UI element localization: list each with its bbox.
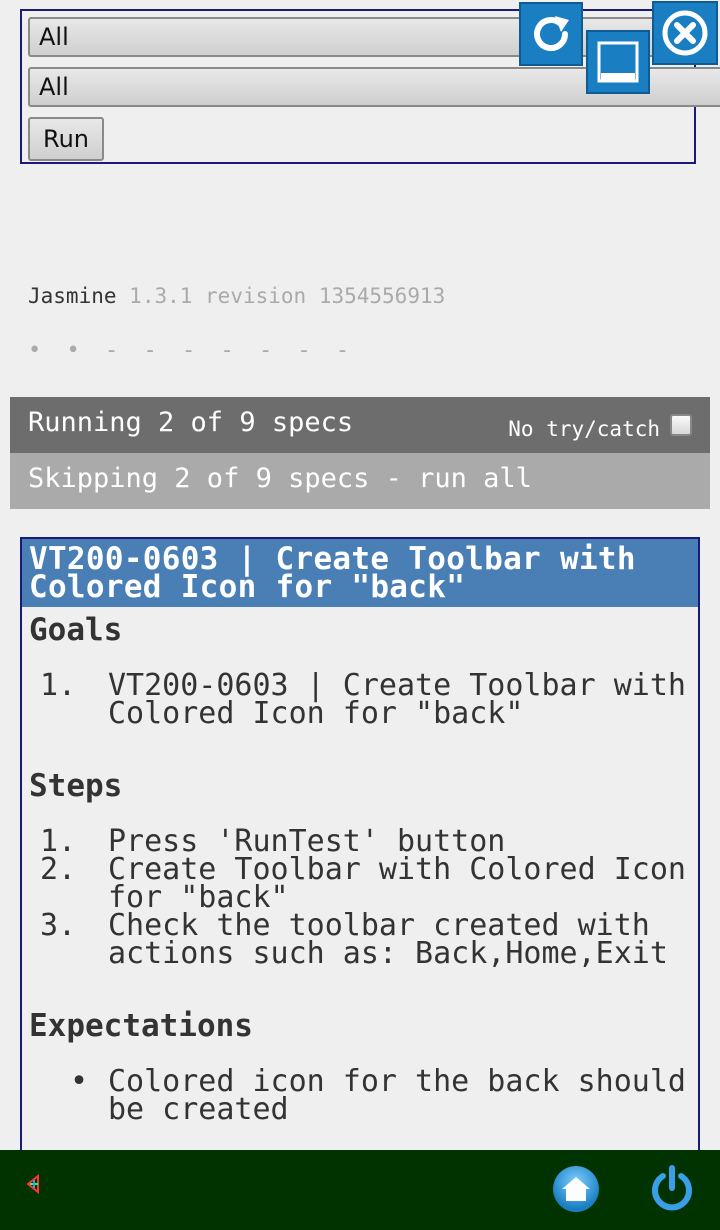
- colorful-arrow-icon: [26, 1174, 39, 1194]
- expectation-text: Colored icon for the back should be crea…: [108, 1064, 686, 1127]
- steps-title: Steps: [29, 768, 123, 804]
- list-number: 2.: [40, 852, 77, 887]
- list-item: 2. Create Toolbar with Colored Icon for …: [22, 852, 698, 913]
- step-text: Create Toolbar with Colored Icon for "ba…: [108, 852, 686, 915]
- steps-list: 1. Press 'RunTest' button 2. Create Tool…: [22, 827, 698, 969]
- skipping-status[interactable]: Skipping 2 of 9 specs - run all: [28, 463, 532, 494]
- spec-title: VT200-0603 | Create Toolbar with Colored…: [22, 539, 698, 607]
- reload-button[interactable]: [519, 2, 583, 66]
- bullet-icon: •: [70, 1064, 89, 1099]
- power-icon: [652, 1165, 692, 1211]
- home-icon: [562, 1177, 590, 1201]
- goals-title: Goals: [29, 612, 123, 648]
- running-status: Running 2 of 9 specs: [28, 407, 354, 438]
- goal-text: VT200-0603 | Create Toolbar with Colored…: [108, 668, 686, 731]
- power-button[interactable]: [648, 1164, 696, 1212]
- bottom-nav-bar: [0, 1150, 720, 1230]
- running-bar: Running 2 of 9 specs No try/catch: [10, 397, 710, 453]
- goals-list: 1. VT200-0603 | Create Toolbar with Colo…: [22, 668, 698, 729]
- step-text: Check the toolbar created with actions s…: [108, 908, 668, 971]
- jasmine-name: Jasmine: [28, 284, 117, 308]
- list-number: 3.: [40, 908, 77, 943]
- expectations-list: • Colored icon for the back should be cr…: [22, 1064, 698, 1125]
- close-icon: [662, 10, 708, 56]
- minimize-icon: [597, 41, 639, 83]
- spec-progress-dots: • • - - - - - - -: [28, 338, 356, 363]
- no-try-catch-label: No try/catch: [508, 417, 660, 441]
- spec-panel: VT200-0603 | Create Toolbar with Colored…: [20, 537, 700, 1177]
- run-button[interactable]: Run: [28, 117, 104, 161]
- list-number: 1.: [40, 668, 77, 703]
- list-item: 3. Check the toolbar created with action…: [22, 908, 698, 969]
- list-item: • Colored icon for the back should be cr…: [22, 1064, 698, 1125]
- list-item: 1. VT200-0603 | Create Toolbar with Colo…: [22, 668, 698, 729]
- home-button[interactable]: [553, 1166, 599, 1212]
- jasmine-version: 1.3.1 revision 1354556913: [129, 284, 446, 308]
- expectations-title: Expectations: [29, 1008, 253, 1044]
- no-try-catch-checkbox[interactable]: [670, 414, 692, 436]
- minimize-button[interactable]: [586, 30, 650, 94]
- reload-icon: [534, 16, 569, 51]
- close-button[interactable]: [652, 1, 718, 65]
- jasmine-banner: Jasmine 1.3.1 revision 1354556913: [28, 284, 445, 308]
- skipping-bar[interactable]: Skipping 2 of 9 specs - run all: [10, 453, 710, 509]
